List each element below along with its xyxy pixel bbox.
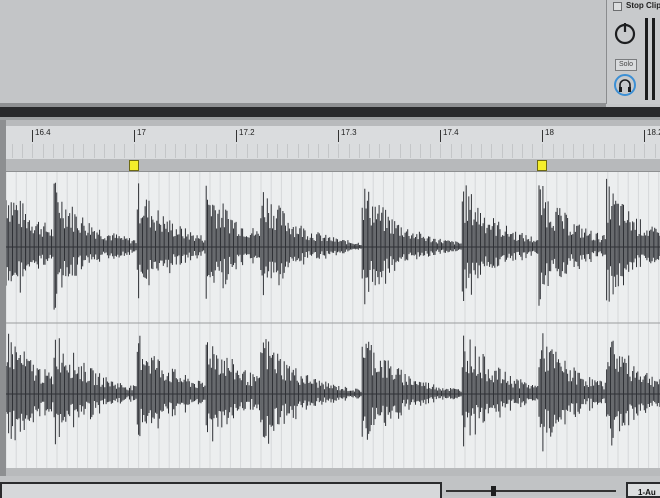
ruler-minor-tick: [573, 144, 574, 158]
ruler-minor-tick: [287, 144, 289, 158]
ruler-minor-tick: [348, 144, 350, 158]
ruler-minor-tick: [12, 144, 13, 158]
view-separator[interactable]: [0, 107, 660, 117]
ruler-minor-tick: [297, 144, 299, 158]
ruler-minor-tick: [522, 144, 523, 158]
ruler-tick: [338, 130, 339, 142]
ruler-minor-tick: [409, 144, 411, 158]
ruler-label: 17.3: [341, 128, 357, 137]
ruler-minor-tick: [379, 144, 381, 158]
ruler-minor-tick: [450, 144, 452, 158]
clip-area: [0, 0, 605, 104]
ruler-minor-tick: [430, 144, 432, 158]
ruler-minor-tick: [583, 144, 585, 158]
ruler-tick: [644, 130, 645, 142]
ruler-minor-tick: [338, 144, 340, 158]
headphones-cue-icon[interactable]: [613, 73, 637, 97]
ruler-minor-tick: [32, 144, 34, 158]
ruler-minor-tick: [236, 144, 238, 158]
slider-track: [446, 490, 616, 492]
warp-marker[interactable]: [129, 160, 139, 171]
warp-marker-lane[interactable]: [6, 159, 660, 172]
stop-clip-checkbox[interactable]: [613, 2, 622, 11]
ruler-minor-tick: [654, 144, 656, 158]
slider-handle[interactable]: [491, 486, 496, 496]
ruler-minor-tick: [440, 144, 442, 158]
ruler-minor-tick: [471, 144, 472, 158]
ruler-label: 16.4: [35, 128, 51, 137]
ruler-minor-tick: [420, 144, 421, 158]
ruler-minor-tick: [277, 144, 279, 158]
ruler-minor-tick: [52, 144, 54, 158]
warp-marker[interactable]: [537, 160, 547, 171]
ruler-minor-tick: [624, 144, 625, 158]
ruler-minor-tick: [256, 144, 258, 158]
ruler-minor-tick: [389, 144, 391, 158]
ruler-label: 18: [545, 128, 554, 137]
ruler-minor-tick: [369, 144, 370, 158]
ruler-minor-tick: [42, 144, 44, 158]
ruler-minor-tick: [318, 144, 319, 158]
ruler-minor-tick: [644, 144, 646, 158]
ruler-label: 17.2: [239, 128, 255, 137]
ruler-minor-tick: [491, 144, 493, 158]
audio-waveform[interactable]: [6, 172, 660, 468]
ruler-minor-tick: [511, 144, 513, 158]
ruler-minor-tick: [154, 144, 156, 158]
ruler-minor-tick: [103, 144, 105, 158]
ruler-minor-tick: [460, 144, 462, 158]
stop-clip-label: Stop Clip: [626, 1, 660, 10]
ruler-minor-tick: [195, 144, 197, 158]
ruler-tick: [134, 130, 135, 142]
ruler-minor-tick: [328, 144, 330, 158]
ruler-minor-tick: [93, 144, 95, 158]
ruler-minor-tick: [501, 144, 503, 158]
ruler-minor-tick: [124, 144, 126, 158]
ruler-minor-tick: [205, 144, 207, 158]
ruler-minor-tick: [562, 144, 564, 158]
level-meter-left: [645, 18, 648, 100]
ruler-minor-tick: [613, 144, 615, 158]
ruler-minor-tick: [63, 144, 64, 158]
ruler-minor-tick: [144, 144, 146, 158]
ruler-minor-tick: [22, 144, 24, 158]
ruler-tick: [542, 130, 543, 142]
ruler-tick: [32, 130, 33, 142]
ruler-minor-tick: [542, 144, 544, 158]
ruler-minor-tick: [634, 144, 636, 158]
ruler-minor-tick: [165, 144, 166, 158]
zoom-slider[interactable]: [446, 486, 616, 496]
ruler-minor-tick: [226, 144, 228, 158]
level-meter-right: [652, 18, 655, 100]
ruler-minor-tick: [593, 144, 595, 158]
ruler-minor-tick: [307, 144, 309, 158]
ruler-minor-tick: [358, 144, 360, 158]
ruler-minor-tick: [83, 144, 85, 158]
ruler-minor-tick: [175, 144, 177, 158]
pan-knob-icon[interactable]: [612, 20, 638, 46]
ruler-label: 18.2: [647, 128, 660, 137]
ruler-minor-tick: [603, 144, 605, 158]
ruler-minor-tick: [114, 144, 115, 158]
ruler-minor-tick: [73, 144, 75, 158]
ruler-tick: [440, 130, 441, 142]
ruler-minor-tick: [134, 144, 136, 158]
ruler-label: 17.4: [443, 128, 459, 137]
ruler-minor-tick: [399, 144, 401, 158]
ruler-minor-tick: [532, 144, 534, 158]
time-ruler[interactable]: 16.4 17 17.2 17.3 17.4 18 18.2: [6, 126, 660, 160]
ruler-minor-tick: [552, 144, 554, 158]
ruler-minor-tick: [185, 144, 187, 158]
ruler-minor-tick: [246, 144, 248, 158]
ruler-minor-tick: [216, 144, 217, 158]
ruler-tick: [236, 130, 237, 142]
ruler-minor-tick: [267, 144, 268, 158]
solo-button[interactable]: Solo: [615, 59, 637, 71]
ruler-label: 17: [137, 128, 146, 137]
ruler-minor-tick: [481, 144, 483, 158]
